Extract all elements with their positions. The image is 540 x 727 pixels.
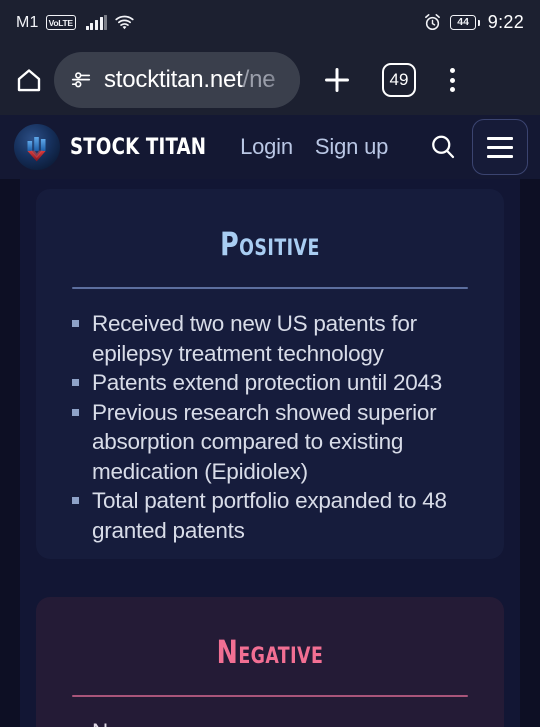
battery-tip [477,19,480,26]
content-container: Positive Received two new US patents for… [20,179,520,727]
url-text[interactable]: stocktitan.net/ne [104,66,276,94]
signup-link[interactable]: Sign up [315,134,388,160]
alarm-clock-icon [423,13,442,32]
negative-card: Negative None. [36,597,504,727]
status-bar-right: 44 9:22 [423,12,524,33]
site-header: STOCK TITAN Login Sign up [0,115,540,179]
three-dot-menu-icon[interactable] [440,64,465,96]
clock-label: 9:22 [487,12,524,32]
brand-logo-link[interactable]: STOCK TITAN [14,124,218,170]
battery-level: 44 [450,15,477,30]
tune-sliders-icon[interactable] [70,69,92,91]
negative-bullet-list: None. [66,717,478,727]
positive-card: Positive Received two new US patents for… [36,189,504,559]
list-item: Total patent portfolio expanded to 48 gr… [66,486,478,545]
url-bar[interactable]: stocktitan.net/ne [54,52,300,108]
signal-bars-icon [85,15,108,30]
home-icon[interactable] [14,65,44,95]
tab-counter-button[interactable]: 49 [382,63,416,97]
url-host: stocktitan.net [104,66,243,93]
negative-card-title: Negative [216,633,324,671]
list-item: Patents extend protection until 2043 [66,368,478,398]
negative-card-divider [72,695,468,697]
phone-screen: M1 VoLTE 44 9:22 stocktitan.net/ne 49 ST… [0,0,540,727]
brand-name: STOCK TITAN [70,134,207,160]
positive-card-title: Positive [220,225,320,263]
carrier-label: M1 [16,13,39,31]
android-status-bar: M1 VoLTE 44 9:22 [0,0,540,45]
positive-card-divider [72,287,468,289]
browser-toolbar: stocktitan.net/ne 49 [0,45,540,115]
wifi-icon [114,15,135,31]
volte-badge: VoLTE [45,15,76,30]
page-scroll-area[interactable]: Positive Received two new US patents for… [0,179,540,727]
status-bar-left: M1 VoLTE [16,14,135,32]
list-item: Previous research showed superior absorp… [66,398,478,487]
url-path: /ne [242,66,276,93]
battery-icon: 44 [450,15,480,30]
positive-bullet-list: Received two new US patents for epilepsy… [66,309,478,545]
login-link[interactable]: Login [240,134,293,160]
header-right-actions [418,119,528,175]
search-icon[interactable] [418,126,468,168]
plus-icon[interactable] [320,63,354,97]
header-nav-links: Login Sign up [240,134,388,160]
stock-titan-logo-icon [14,124,60,170]
list-item: Received two new US patents for epilepsy… [66,309,478,368]
list-item: None. [66,717,478,727]
hamburger-menu-icon[interactable] [472,119,528,175]
